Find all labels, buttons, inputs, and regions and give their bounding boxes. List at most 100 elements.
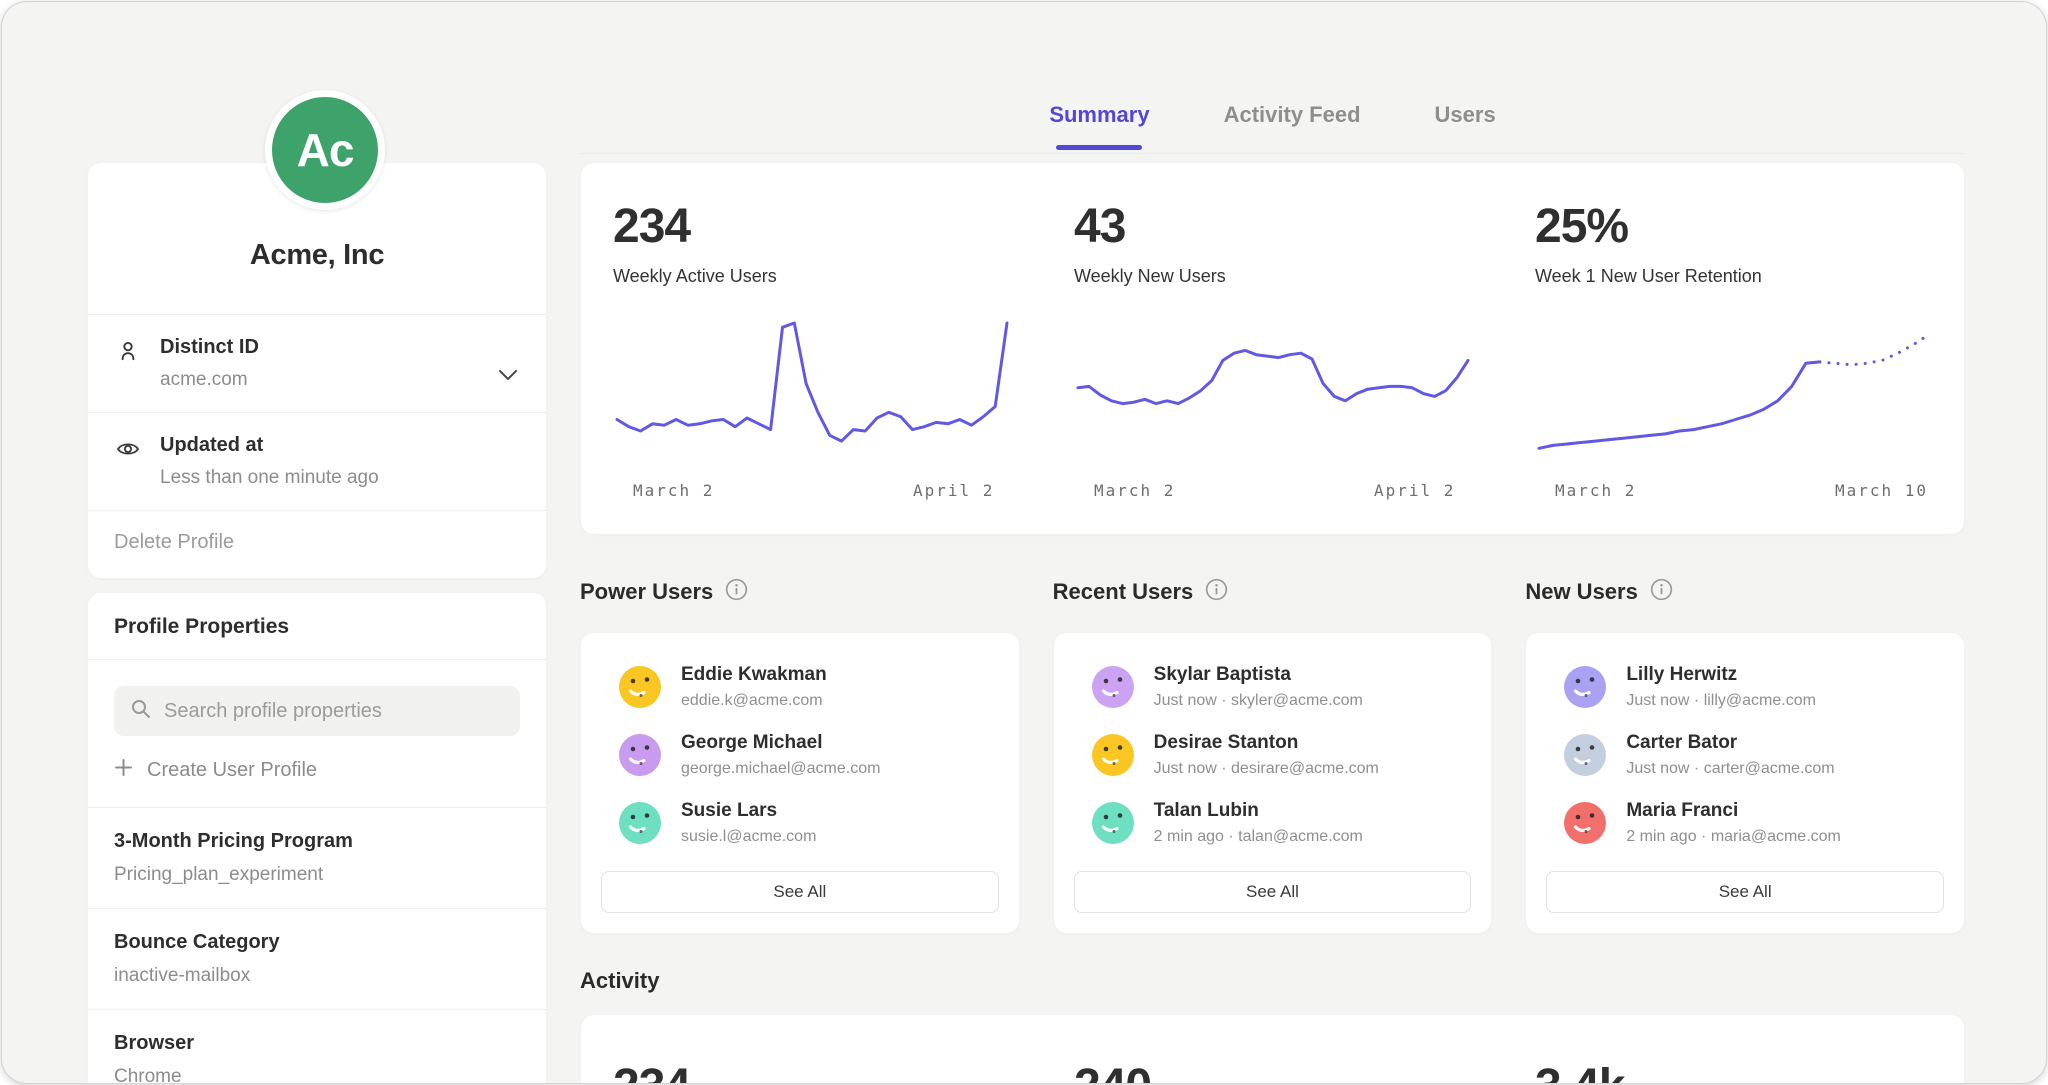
stat-weekly-active-users: 234 Weekly Active Users March 2 April 2	[581, 199, 1042, 534]
weekly-new-users-chart	[1074, 317, 1474, 477]
search-icon	[130, 698, 152, 725]
user-row[interactable]: Carter Bator Just now · carter@acme.com	[1546, 721, 1944, 789]
user-meta: 2 min ago · talan@acme.com	[1154, 828, 1363, 846]
property-item[interactable]: Browser Chrome	[88, 1010, 546, 1084]
recent-users-section: Recent Users Skylar Baptista Just now · …	[1053, 574, 1493, 934]
user-row[interactable]: Eddie Kwakman eddie.k@acme.com	[601, 653, 999, 721]
user-meta: george.michael@acme.com	[681, 760, 880, 778]
user-meta: 2 min ago · maria@acme.com	[1626, 828, 1841, 846]
user-avatar	[1564, 666, 1606, 708]
updated-at-value: Less than one minute ago	[160, 467, 379, 489]
user-avatar	[619, 802, 661, 844]
stat-value: 43	[1074, 199, 1503, 254]
power-users-card: Eddie Kwakman eddie.k@acme.com George Mi…	[580, 632, 1020, 934]
user-lists-row: Power Users Eddie Kwakman eddie.k@acme.c…	[580, 574, 1965, 934]
x-axis-labels: March 2 April 2	[1074, 481, 1503, 505]
divider	[88, 659, 546, 660]
user-row[interactable]: Maria Franci 2 min ago · maria@acme.com	[1546, 789, 1944, 857]
see-all-button[interactable]: See All	[1074, 871, 1472, 913]
person-icon	[114, 336, 142, 364]
tab-summary[interactable]: Summary	[1049, 102, 1149, 153]
create-user-profile-button[interactable]: Create User Profile	[114, 758, 520, 783]
property-value: Pricing_plan_experiment	[114, 864, 520, 886]
activity-stat-value: 234	[581, 1059, 1042, 1084]
updated-at-label: Updated at	[160, 434, 379, 457]
activity-stat-value: 240	[1042, 1059, 1503, 1084]
user-meta: eddie.k@acme.com	[681, 692, 827, 710]
activity-section-title: Activity	[580, 968, 659, 994]
user-avatar	[1092, 734, 1134, 776]
property-item[interactable]: Bounce Category inactive-mailbox	[88, 909, 546, 1009]
search-input[interactable]	[164, 700, 504, 723]
recent-users-card: Skylar Baptista Just now · skyler@acme.c…	[1053, 632, 1493, 934]
distinct-id-value: acme.com	[160, 369, 259, 391]
activity-card: 234 240 3.4k	[580, 1014, 1965, 1084]
property-name: Browser	[114, 1032, 520, 1055]
user-row[interactable]: Susie Lars susie.l@acme.com	[601, 789, 999, 857]
property-item[interactable]: 3-Month Pricing Program Pricing_plan_exp…	[88, 808, 546, 908]
user-name: Desirae Stanton	[1154, 732, 1379, 754]
user-row[interactable]: Lilly Herwitz Just now · lilly@acme.com	[1546, 653, 1944, 721]
stat-weekly-new-users: 43 Weekly New Users March 2 April 2	[1042, 199, 1503, 534]
user-name: Skylar Baptista	[1154, 664, 1363, 686]
see-all-button[interactable]: See All	[1546, 871, 1944, 913]
user-avatar	[619, 666, 661, 708]
info-icon[interactable]	[725, 578, 748, 606]
user-avatar	[1564, 734, 1606, 776]
property-name: 3-Month Pricing Program	[114, 830, 520, 853]
delete-profile-button[interactable]: Delete Profile	[88, 511, 546, 578]
property-value: Chrome	[114, 1066, 520, 1084]
property-value: inactive-mailbox	[114, 965, 520, 987]
property-name: Bounce Category	[114, 931, 520, 954]
stat-label: Weekly New Users	[1074, 266, 1503, 287]
user-row[interactable]: Desirae Stanton Just now · desirare@acme…	[1074, 721, 1472, 789]
distinct-id-row[interactable]: Distinct ID acme.com	[88, 315, 546, 412]
user-meta: Just now · desirare@acme.com	[1154, 760, 1379, 778]
new-users-card: Lilly Herwitz Just now · lilly@acme.com …	[1525, 632, 1965, 934]
user-row[interactable]: Skylar Baptista Just now · skyler@acme.c…	[1074, 653, 1472, 721]
distinct-id-label: Distinct ID	[160, 336, 259, 359]
user-name: Carter Bator	[1626, 732, 1834, 754]
user-avatar	[619, 734, 661, 776]
company-avatar: Ac	[265, 90, 385, 210]
profile-properties-card: Profile Properties Create User Profile 3…	[87, 592, 547, 1084]
main-content: Summary Activity Feed Users 234 Weekly A…	[580, 2, 1965, 1083]
stat-week1-retention: 25% Week 1 New User Retention March 2 Ma…	[1503, 199, 1964, 534]
tab-users[interactable]: Users	[1435, 102, 1496, 153]
user-meta: Just now · lilly@acme.com	[1626, 692, 1816, 710]
user-row[interactable]: Talan Lubin 2 min ago · talan@acme.com	[1074, 789, 1472, 857]
activity-stat-value: 3.4k	[1503, 1059, 1964, 1084]
stat-label: Weekly Active Users	[613, 266, 1042, 287]
user-avatar	[1564, 802, 1606, 844]
section-title: New Users	[1525, 579, 1638, 605]
user-name: Susie Lars	[681, 800, 816, 822]
updated-at-row: Updated at Less than one minute ago	[88, 413, 546, 510]
summary-stats-card: 234 Weekly Active Users March 2 April 2 …	[580, 162, 1965, 535]
user-name: Talan Lubin	[1154, 800, 1363, 822]
user-name: George Michael	[681, 732, 880, 754]
tab-activity-feed[interactable]: Activity Feed	[1224, 102, 1361, 153]
user-meta: susie.l@acme.com	[681, 828, 816, 846]
user-row[interactable]: George Michael george.michael@acme.com	[601, 721, 999, 789]
company-card: Acme, Inc Distinct ID acme.com	[87, 162, 547, 579]
info-icon[interactable]	[1205, 578, 1228, 606]
search-profile-properties-input[interactable]	[114, 686, 520, 736]
tab-bar: Summary Activity Feed Users	[580, 2, 1965, 154]
plus-icon	[114, 758, 133, 783]
x-axis-labels: March 2 March 10	[1535, 481, 1964, 505]
app-window: Ac Acme, Inc Distinct ID acme.com	[1, 1, 2047, 1084]
info-icon[interactable]	[1650, 578, 1673, 606]
new-users-section: New Users Lilly Herwitz Just now · lilly…	[1525, 574, 1965, 934]
chevron-down-icon[interactable]	[498, 368, 518, 386]
profile-properties-title: Profile Properties	[88, 593, 546, 659]
see-all-button[interactable]: See All	[601, 871, 999, 913]
week1-retention-chart	[1535, 317, 1935, 477]
eye-icon	[114, 434, 142, 462]
create-user-profile-label: Create User Profile	[147, 759, 317, 782]
section-title: Power Users	[580, 579, 713, 605]
company-avatar-initials: Ac	[297, 123, 354, 177]
user-meta: Just now · carter@acme.com	[1626, 760, 1834, 778]
x-axis-labels: March 2 April 2	[613, 481, 1042, 505]
active-tab-indicator	[1056, 145, 1142, 150]
stat-label: Week 1 New User Retention	[1535, 266, 1964, 287]
